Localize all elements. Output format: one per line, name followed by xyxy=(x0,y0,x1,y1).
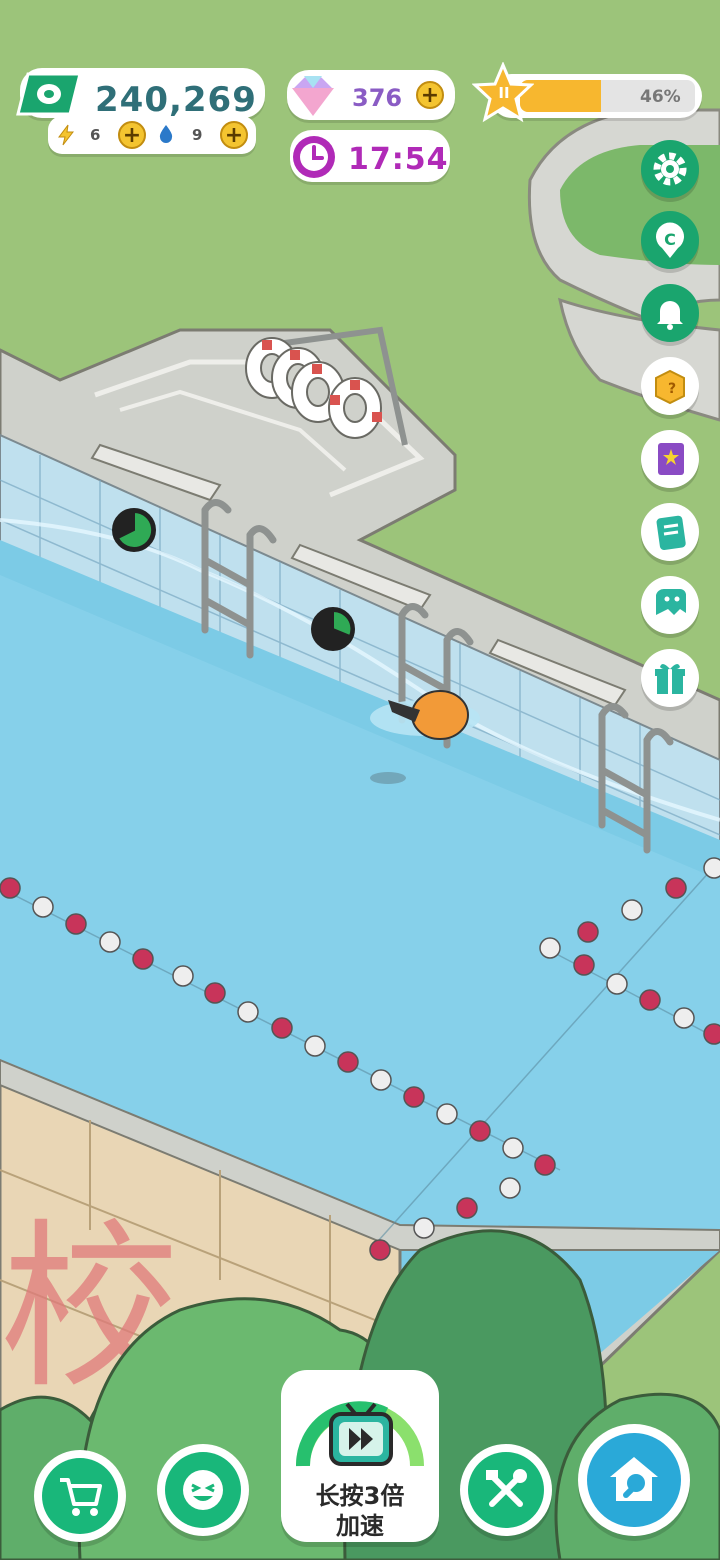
coin-location-icon: C xyxy=(656,222,684,258)
water-drop-icon xyxy=(159,125,173,143)
shop-button[interactable] xyxy=(34,1450,126,1542)
money-icon xyxy=(16,72,82,116)
gift-icon xyxy=(655,663,685,694)
shop-cart-icon xyxy=(60,1478,102,1516)
money-amount: 240,269 xyxy=(95,80,257,120)
pool-scene: 校 xyxy=(0,0,720,1560)
coin-location-button[interactable]: C xyxy=(641,211,699,269)
home-button[interactable] xyxy=(578,1424,690,1536)
emote-button[interactable] xyxy=(157,1444,249,1536)
mystery-box-button[interactable]: ? xyxy=(641,357,699,415)
gem-icon xyxy=(290,74,336,119)
settings-button[interactable] xyxy=(641,140,699,198)
notebook-button[interactable] xyxy=(641,503,699,561)
water-count: 9 xyxy=(192,126,203,144)
level-badge: II xyxy=(498,84,510,102)
ghost-chat-button[interactable] xyxy=(641,576,699,634)
tools-button[interactable] xyxy=(460,1444,552,1536)
shop-button-face xyxy=(42,1458,118,1534)
svg-text:C: C xyxy=(664,230,676,249)
energy-icon xyxy=(58,124,75,146)
tv-fast-forward-icon xyxy=(295,1401,424,1467)
energy-count: 6 xyxy=(90,126,101,144)
speed-up-button[interactable]: 长按3倍 加速 xyxy=(281,1370,439,1542)
notebook-icon xyxy=(656,515,686,550)
emote-button-face xyxy=(165,1452,241,1528)
star-book-button[interactable] xyxy=(641,430,699,488)
mystery-box-icon: ? xyxy=(655,369,685,405)
notifications-button[interactable] xyxy=(641,284,699,342)
ghost-chat-icon xyxy=(656,588,686,615)
progress-label: 46% xyxy=(640,87,681,107)
add-water-button[interactable]: + xyxy=(220,121,248,149)
gift-button[interactable] xyxy=(641,649,699,707)
smiley-icon xyxy=(183,1470,223,1510)
home-wrench-icon xyxy=(610,1457,658,1501)
speed-up-label-line2: 加速 xyxy=(336,1512,384,1540)
svg-text:?: ? xyxy=(668,381,676,397)
settings-icon xyxy=(653,152,687,186)
add-gems-button[interactable]: + xyxy=(416,81,444,109)
star-book-icon xyxy=(658,443,684,475)
bell-icon xyxy=(657,301,683,330)
add-energy-button[interactable]: + xyxy=(118,121,146,149)
home-button-face xyxy=(587,1433,681,1527)
tools-button-face xyxy=(468,1452,544,1528)
tools-icon xyxy=(486,1469,527,1507)
clock-icon xyxy=(293,136,335,178)
timer: 17:54 xyxy=(348,142,449,177)
gem-count: 376 xyxy=(352,84,403,112)
